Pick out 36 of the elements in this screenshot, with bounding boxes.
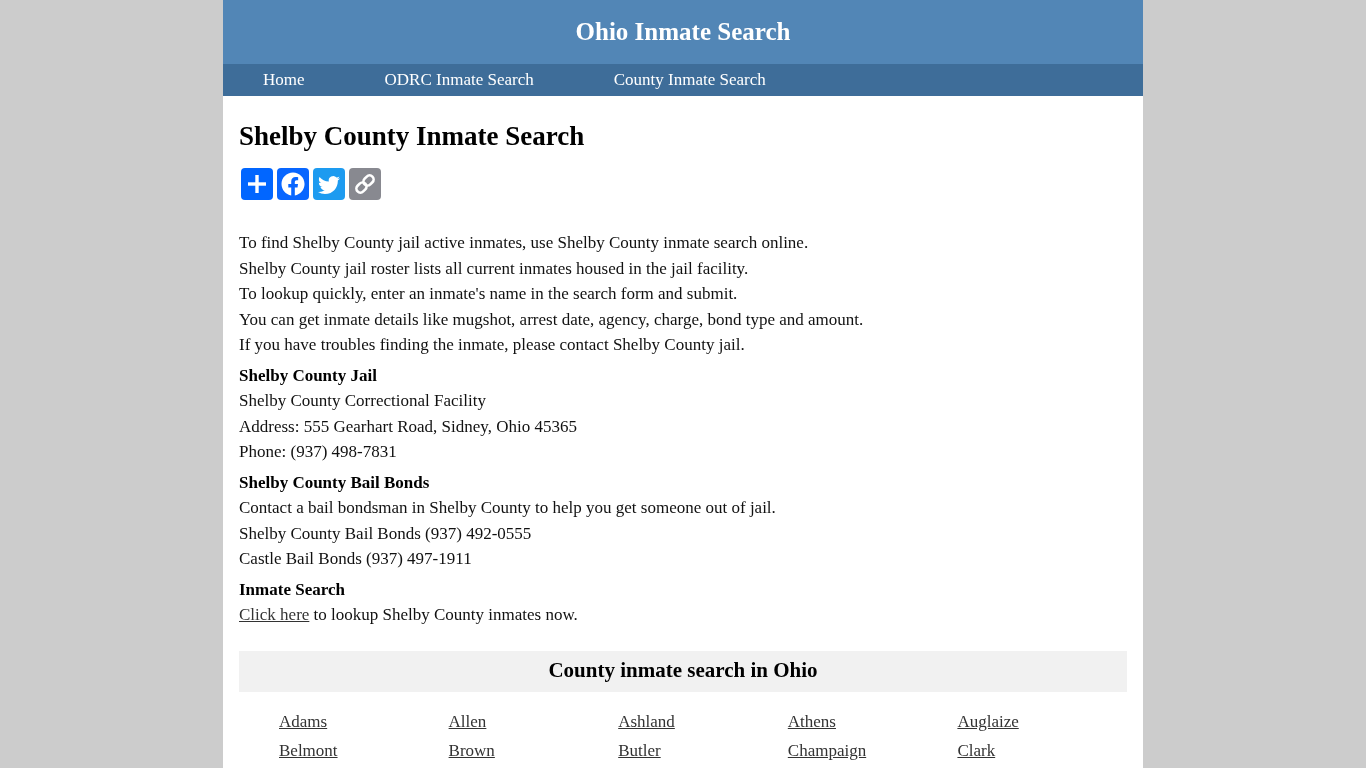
info-text: Phone: (937) 498-7831 [239,441,398,463]
link-icon[interactable] [349,168,381,200]
county-link[interactable]: Adams [279,711,328,731]
directory-heading: County inmate search in Ohio [548,658,818,684]
section-heading: Inmate Search [239,578,346,601]
county-link[interactable]: Ashland [618,711,675,731]
facebook-icon[interactable] [277,168,309,200]
intro-text: If you have troubles finding the inmate, please contact Shelby County jail. [239,334,746,356]
county-link[interactable]: Belmont [279,740,338,760]
section-heading: Shelby County Bail Bonds [239,471,431,494]
section-heading: Shelby County Jail [239,364,378,387]
county-link[interactable]: Athens [787,711,836,731]
nav-link[interactable]: ODRC Inmate Search [344,64,574,96]
county-link[interactable]: Butler [618,740,661,760]
info-text: Click here to lookup Shelby County inmates now. [239,604,579,626]
info-text: Castle Bail Bonds (937) 497-1911 [239,548,473,570]
info-text: Address: 555 Gearhart Road, Sidney, Ohio 45365 [239,415,578,438]
intro-text: Shelby County jail roster lists all current inmates housed in the jail facility. [239,257,750,280]
page-title: Shelby County Inmate Search [239,120,586,152]
nav-link[interactable]: County Inmate Search [573,64,806,96]
site-title[interactable]: Ohio Inmate Search [575,17,791,47]
click-here-link[interactable]: Click here [239,605,310,624]
intro-text: To lookup quickly, enter an inmate's name in the search form and submit. [239,283,739,305]
plus-icon[interactable] [241,168,273,200]
county-link[interactable]: Allen [448,711,487,731]
county-link[interactable]: Clark [957,740,996,760]
info-text: Contact a bail bondsman in Shelby County to help you get someone out of jail. [239,497,777,519]
info-text: Shelby County Bail Bonds (937) 492-0555 [239,522,533,545]
county-link[interactable]: Brown [448,740,495,760]
intro-text: To find Shelby County jail active inmates, use Shelby County inmate search online. [239,232,810,254]
county-link[interactable]: Champaign [787,740,867,760]
nav-link[interactable]: Home [223,64,345,96]
intro-text: You can get inmate details like mugshot, arrest date, agency, charge, bond type and amount. [239,308,865,331]
twitter-icon[interactable] [313,168,345,200]
county-link[interactable]: Auglaize [957,711,1019,731]
info-text: Shelby County Correctional Facility [239,390,487,412]
